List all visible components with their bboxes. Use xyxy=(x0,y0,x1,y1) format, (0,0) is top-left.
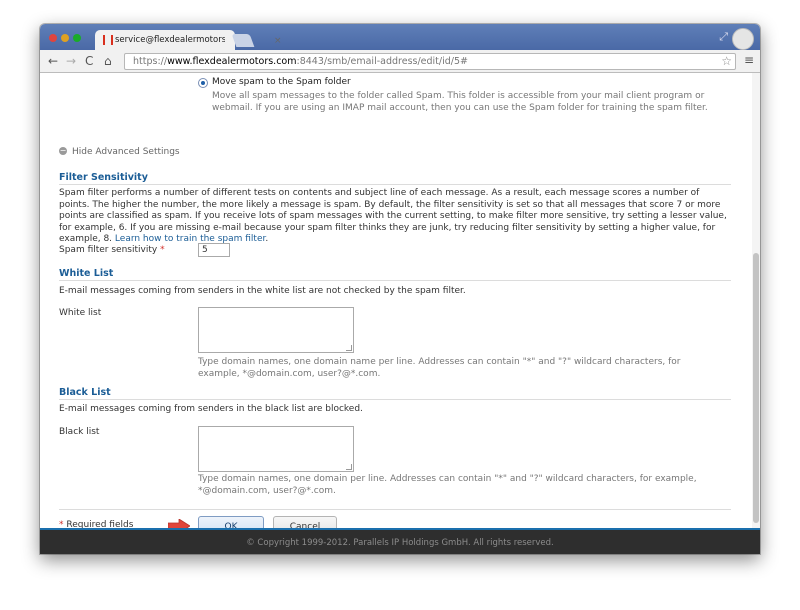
forward-icon[interactable]: → xyxy=(66,54,76,68)
reload-icon[interactable]: C xyxy=(85,54,93,68)
copyright-text: © Copyright 1999-2012. Parallels IP Hold… xyxy=(246,538,554,548)
spam-folder-radio[interactable] xyxy=(198,78,208,88)
collapse-icon[interactable]: − xyxy=(59,147,67,155)
white-list-textarea[interactable] xyxy=(198,307,354,353)
ok-button[interactable]: OK xyxy=(198,516,264,528)
section-divider xyxy=(59,280,731,281)
spam-folder-description: Move all spam messages to the folder cal… xyxy=(212,91,708,113)
page-content: Move spam to the Spam folder Move all sp… xyxy=(40,73,752,528)
close-window-button[interactable] xyxy=(49,34,57,42)
browser-toolbar: ← → C ⌂ https://www.flexdealermotors.com… xyxy=(40,50,760,73)
black-list-textarea[interactable] xyxy=(198,426,354,472)
zoom-window-button[interactable] xyxy=(73,34,81,42)
section-divider xyxy=(59,399,731,400)
sensitivity-input[interactable]: 5 xyxy=(198,243,230,257)
cancel-button[interactable]: Cancel xyxy=(273,516,337,528)
train-spam-filter-link[interactable]: Learn how to train the spam filter xyxy=(115,234,265,244)
fullscreen-icon[interactable]: ⤢ xyxy=(719,30,728,44)
page-footer: © Copyright 1999-2012. Parallels IP Hold… xyxy=(40,528,760,554)
pointer-arrow-icon xyxy=(168,519,190,528)
minimize-window-button[interactable] xyxy=(61,34,69,42)
browser-window: service@flexdealermotors × ⤢ ← → C ⌂ htt… xyxy=(40,24,760,554)
tab-title: service@flexdealermotors xyxy=(115,35,225,45)
spam-folder-radio-label[interactable]: Move spam to the Spam folder xyxy=(212,77,351,87)
browser-tab[interactable]: service@flexdealermotors × xyxy=(95,30,282,50)
scrollbar-thumb[interactable] xyxy=(753,253,759,523)
filter-sensitivity-description: Spam filter performs a number of differe… xyxy=(59,188,727,244)
white-list-label: White list xyxy=(59,308,102,318)
profile-avatar[interactable] xyxy=(732,28,754,50)
black-list-hint: Type domain names, one domain per line. … xyxy=(198,474,697,496)
menu-icon[interactable]: ≡ xyxy=(744,53,754,67)
black-list-description: E-mail messages coming from senders in t… xyxy=(59,404,363,414)
white-list-hint: Type domain names, one domain name per l… xyxy=(198,357,681,379)
favicon-icon xyxy=(103,35,113,45)
address-bar[interactable]: https://www.flexdealermotors.com:8443/sm… xyxy=(124,53,736,70)
sensitivity-label: Spam filter sensitivity * xyxy=(59,245,165,255)
tab-close-icon[interactable]: × xyxy=(274,36,282,46)
black-list-title: Black List xyxy=(59,387,111,398)
tab-strip: service@flexdealermotors × ⤢ xyxy=(40,24,760,50)
bookmark-star-icon[interactable]: ☆ xyxy=(721,54,732,68)
home-icon[interactable]: ⌂ xyxy=(104,54,112,68)
hide-advanced-settings-link[interactable]: Hide Advanced Settings xyxy=(72,147,180,157)
section-divider xyxy=(59,184,731,185)
new-tab-button[interactable] xyxy=(231,34,255,47)
white-list-description: E-mail messages coming from senders in t… xyxy=(59,286,466,296)
url-text: https://www.flexdealermotors.com:8443/sm… xyxy=(133,56,468,67)
black-list-label: Black list xyxy=(59,427,100,437)
section-divider xyxy=(59,509,731,510)
filter-sensitivity-title: Filter Sensitivity xyxy=(59,172,148,183)
scrollbar[interactable] xyxy=(752,73,760,528)
required-fields-note: * Required fields xyxy=(59,520,134,528)
back-icon[interactable]: ← xyxy=(48,54,58,68)
white-list-title: White List xyxy=(59,268,114,279)
